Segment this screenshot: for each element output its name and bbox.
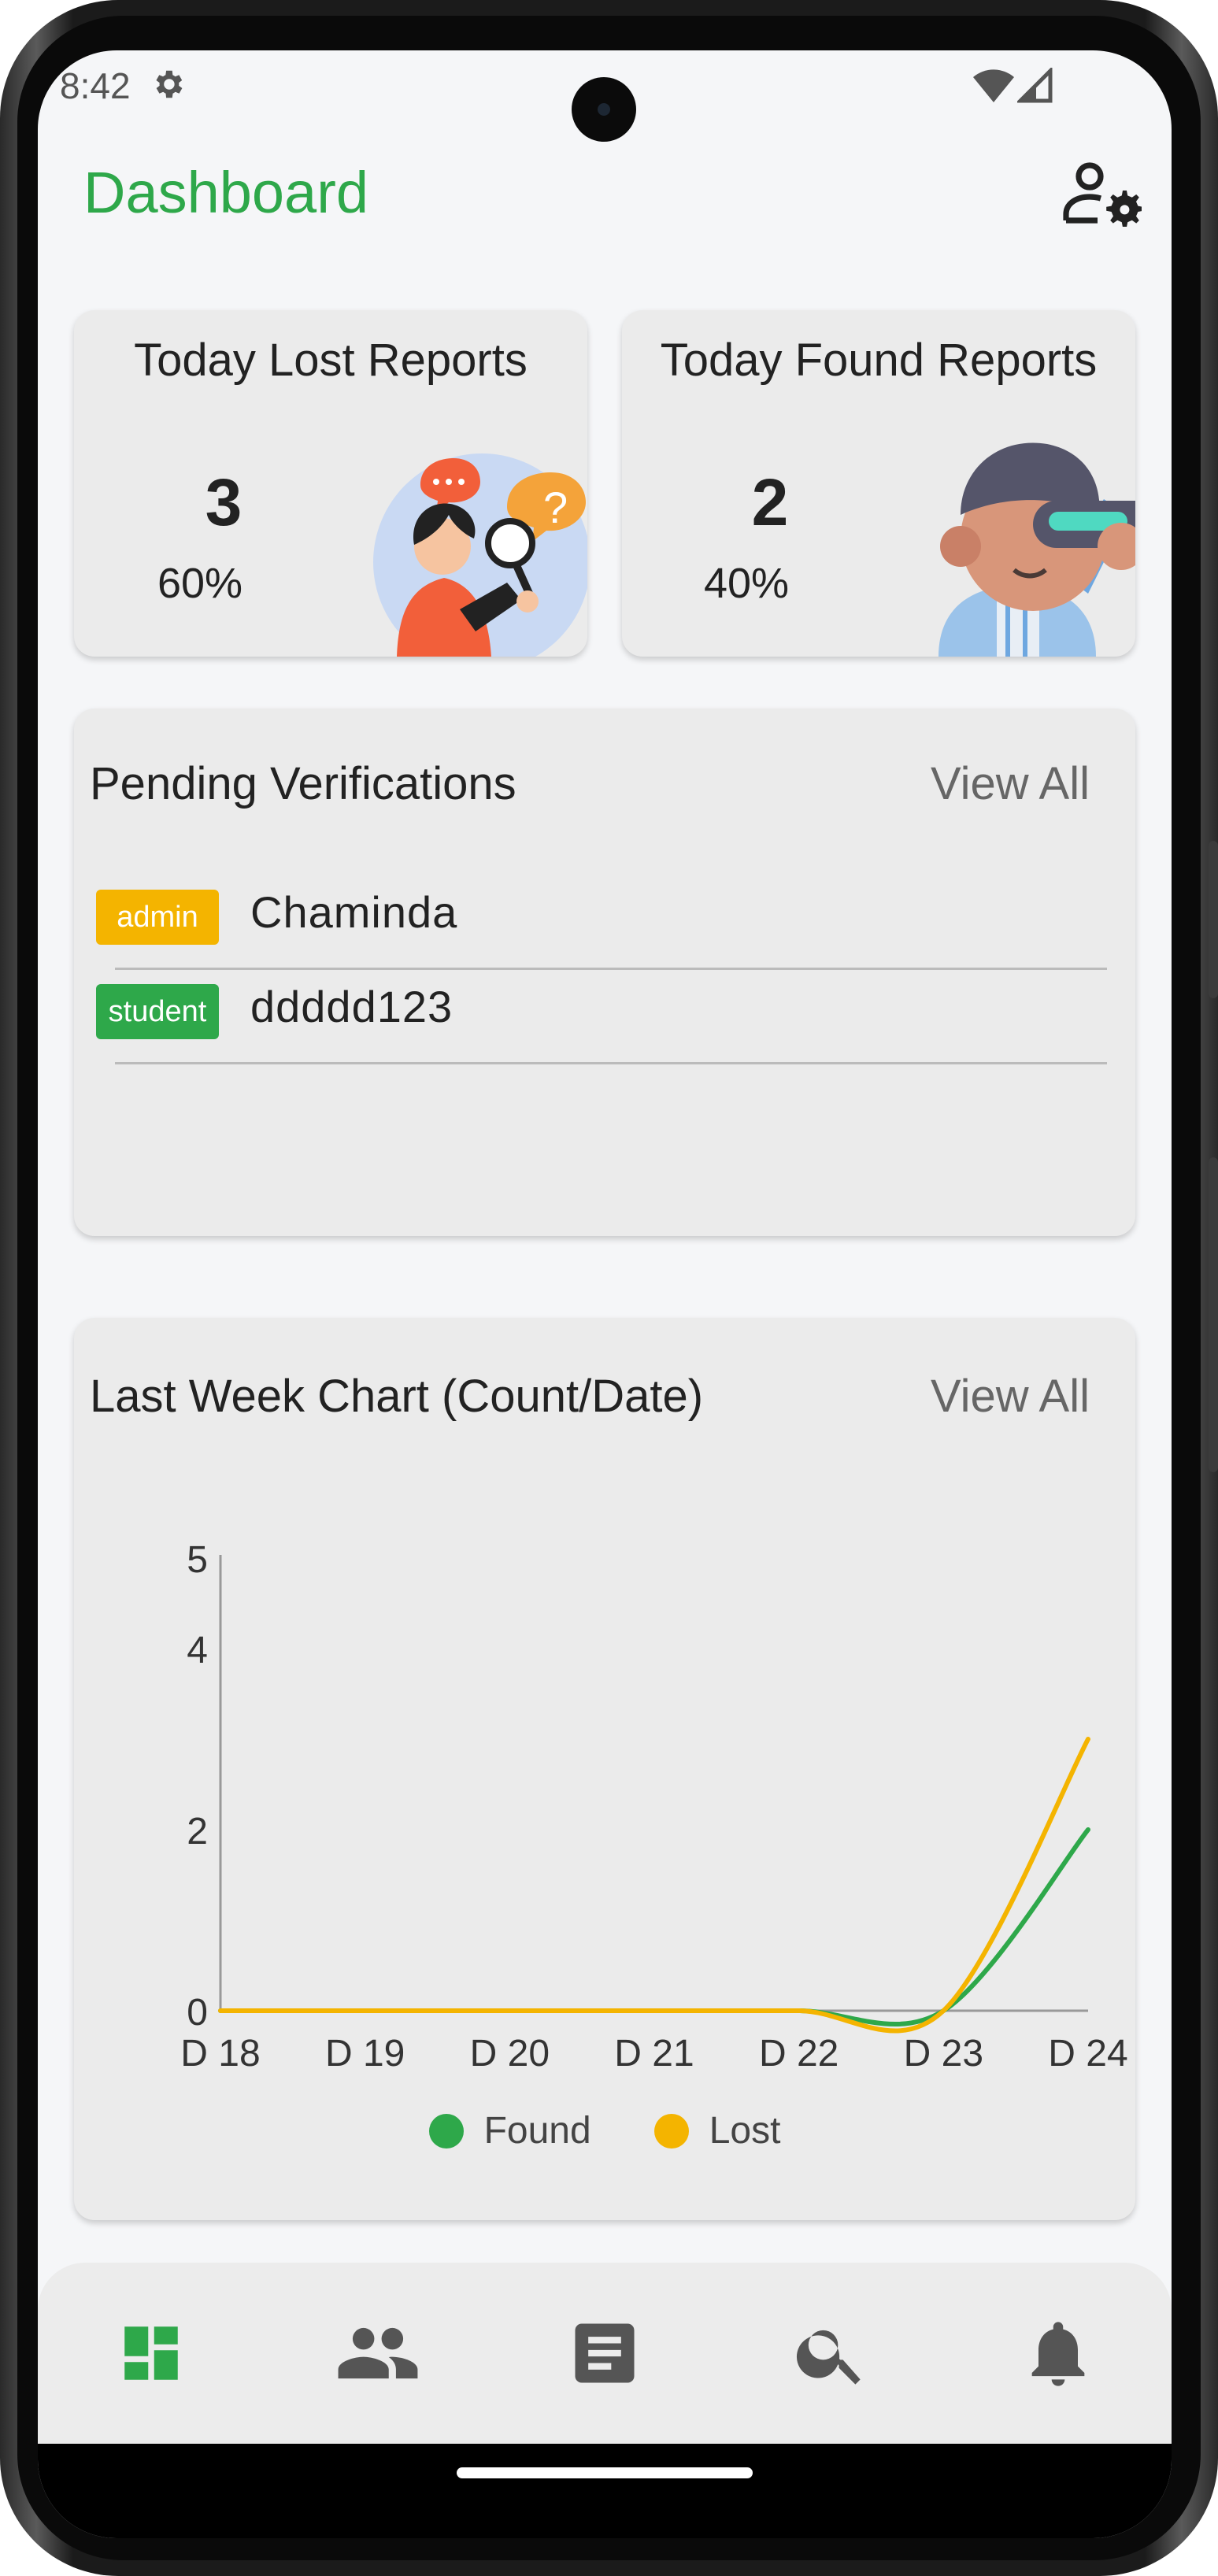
wifi-icon [973, 69, 1014, 102]
x-tick-label: D 22 [759, 2033, 839, 2074]
people-icon [338, 2327, 418, 2379]
nav-users[interactable] [265, 2263, 491, 2444]
found-vr-illustration [938, 442, 1135, 657]
lost-reports-title: Today Lost Reports [134, 335, 528, 386]
nav-search[interactable] [718, 2263, 945, 2444]
screen: 8:42 Dashboard Today Lost Reports 3 60% … [38, 50, 1172, 2538]
pending-user-name: ddddd123 [250, 982, 454, 1031]
role-badge-student: student [96, 984, 219, 1039]
pending-user-name: Chaminda [250, 887, 458, 937]
found-reports-percent: 40% [703, 560, 790, 607]
y-tick-label: 5 [187, 1539, 208, 1581]
bell-icon [1031, 2322, 1085, 2386]
volume-button [1209, 841, 1218, 998]
front-camera [572, 77, 636, 142]
pending-verifications-card: Pending Verifications View All admin Cha… [74, 709, 1135, 1236]
home-indicator[interactable] [457, 2467, 753, 2478]
cellular-signal-icon [1017, 68, 1053, 103]
legend-item-found: Found [428, 2109, 591, 2152]
bottom-navigation [38, 2263, 1172, 2444]
page-title: Dashboard [83, 160, 369, 225]
found-reports-card[interactable]: Today Found Reports 2 40% [622, 310, 1135, 657]
power-button [1209, 1157, 1218, 1472]
y-tick-label: 0 [187, 1992, 208, 2034]
chart-legend: Found Lost [74, 2109, 1135, 2152]
legend-dot-lost [653, 2113, 689, 2149]
nav-dashboard[interactable] [38, 2263, 265, 2444]
x-tick-label: D 23 [904, 2033, 983, 2074]
nav-notifications[interactable] [945, 2263, 1172, 2444]
line-chart: 0 2 4 5 D 18 D 19 D 20 D 21 D 22 D 23 D 24 [180, 1539, 1127, 2074]
row-divider [115, 1062, 1107, 1064]
x-tick-label: D 19 [325, 2033, 405, 2074]
lost-reports-count: 3 [205, 465, 242, 539]
role-badge-admin: admin [96, 890, 219, 945]
pending-row[interactable]: student ddddd123 [96, 970, 1107, 1064]
x-tick-label: D 24 [1048, 2033, 1127, 2074]
nav-reports[interactable] [491, 2263, 718, 2444]
legend-label-lost: Lost [709, 2110, 781, 2152]
user-settings-icon[interactable] [1063, 161, 1142, 227]
series-line-lost [218, 1737, 1090, 2034]
x-tick-label: D 21 [614, 2033, 694, 2074]
dashboard-icon [124, 2326, 178, 2380]
device-frame: 8:42 Dashboard Today Lost Reports 3 60% … [0, 0, 1218, 2576]
status-time: 8:42 [60, 65, 131, 106]
pending-row[interactable]: admin Chaminda [96, 875, 1107, 970]
settings-gear-icon [156, 70, 183, 98]
lost-reports-percent: 60% [157, 560, 243, 607]
x-tick-label: D 18 [180, 2033, 260, 2074]
pending-verifications-title: Pending Verifications [90, 758, 516, 809]
legend-dot-found [428, 2113, 464, 2149]
system-navigation-bar [38, 2444, 1172, 2538]
x-tick-label: D 20 [470, 2033, 550, 2074]
legend-label-found: Found [483, 2110, 591, 2152]
last-week-chart-card: Last Week Chart (Count/Date) View All 02… [74, 1318, 1135, 2220]
search-icon [796, 2330, 861, 2385]
lost-search-illustration: ? [373, 453, 587, 657]
svg-text:?: ? [543, 483, 568, 532]
found-reports-count: 2 [751, 465, 789, 539]
y-tick-label: 2 [187, 1811, 208, 1852]
y-tick-label: 4 [187, 1630, 208, 1671]
reports-icon [575, 2323, 635, 2383]
found-reports-title: Today Found Reports [660, 335, 1098, 386]
legend-item-lost: Lost [653, 2109, 781, 2152]
pending-view-all-link[interactable]: View All [931, 757, 1090, 810]
status-bar: 8:42 [38, 50, 1172, 142]
lost-reports-card[interactable]: Today Lost Reports 3 60% ? [74, 310, 587, 657]
